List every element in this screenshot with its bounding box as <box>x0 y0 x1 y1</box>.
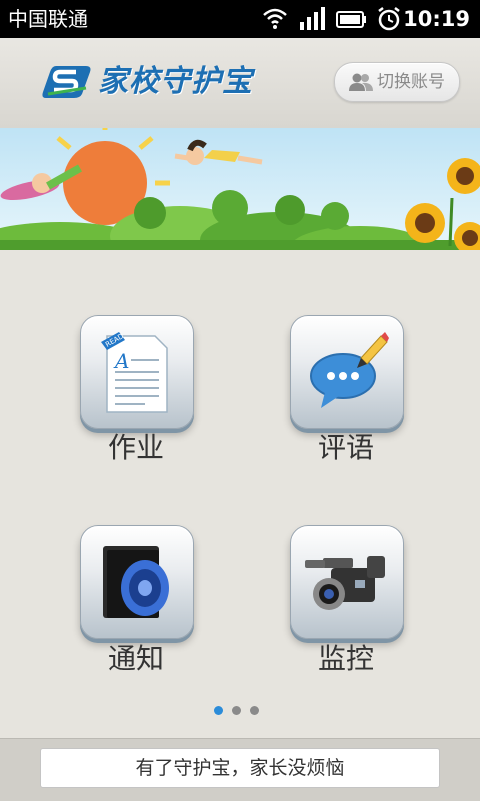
clock: 10:19 <box>403 7 470 31</box>
camera-icon <box>305 556 385 610</box>
switch-account-label: 切换账号 <box>377 72 445 92</box>
alarm-icon <box>378 7 400 31</box>
document-icon: A READ <box>101 332 168 413</box>
pager-dot-1[interactable] <box>214 706 223 715</box>
pager-dot-2[interactable] <box>232 706 241 715</box>
homework-button[interactable]: A READ <box>80 315 194 429</box>
monitor-button[interactable] <box>290 525 404 639</box>
comments-label: 评语 <box>317 431 374 464</box>
homework-label: 作业 <box>107 431 164 464</box>
monitor-label: 监控 <box>317 642 374 675</box>
users-icon <box>349 73 373 91</box>
app-title: 家校守护宝 <box>98 64 253 99</box>
carrier-name: 中国联通 <box>8 7 88 31</box>
speaker-icon <box>103 546 169 618</box>
svg-text:A: A <box>113 349 129 373</box>
comments-button[interactable] <box>290 315 404 429</box>
app-header: 家校守护宝 切换账号 <box>0 38 480 129</box>
notice-label: 通知 <box>107 642 164 675</box>
banner-illustration <box>0 128 480 250</box>
status-bar: 中国联通 10:19 <box>0 0 480 38</box>
logo-icon <box>42 66 91 98</box>
comment-icon <box>310 332 389 408</box>
switch-account-button[interactable]: 切换账号 <box>334 62 460 102</box>
notice-button[interactable] <box>80 525 194 639</box>
wifi-icon <box>263 8 287 29</box>
signal-icon <box>300 7 325 30</box>
battery-icon <box>336 11 366 28</box>
pager-dot-3[interactable] <box>250 706 259 715</box>
slogan-text: 有了守护宝，家长没烦恼 <box>40 748 440 788</box>
